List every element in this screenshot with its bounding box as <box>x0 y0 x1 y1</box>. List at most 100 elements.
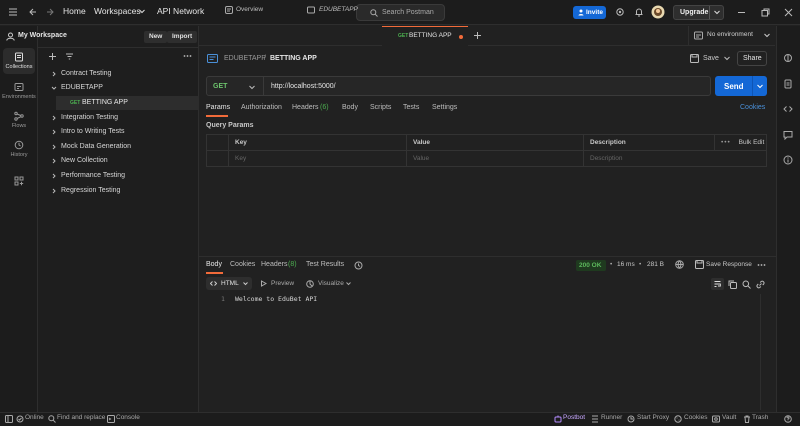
sidebar-toggle-icon[interactable] <box>5 415 13 423</box>
more-icon[interactable] <box>183 54 192 58</box>
rail-history[interactable]: History <box>0 140 38 158</box>
rail-collections[interactable]: Collections <box>3 48 35 74</box>
link-icon[interactable] <box>756 280 765 289</box>
tree-item-integration-testing[interactable]: Integration Testing <box>51 111 198 125</box>
response-body[interactable]: Welcome to EduBet API <box>235 295 317 303</box>
scrollbar[interactable] <box>760 294 764 410</box>
postbot-button[interactable]: Postbot <box>563 414 585 421</box>
value-input[interactable]: Value <box>406 150 584 167</box>
comment-icon[interactable] <box>783 130 793 140</box>
rail-environments[interactable]: Environments <box>0 82 38 100</box>
back-arrow-icon[interactable] <box>28 7 38 17</box>
globe-icon[interactable] <box>675 260 684 269</box>
workspace-name[interactable]: My Workspace <box>18 32 67 39</box>
wrap-lines-button[interactable] <box>711 278 724 290</box>
filter-icon[interactable] <box>65 52 74 61</box>
response-size[interactable]: 281 B <box>647 261 664 268</box>
menu-icon[interactable] <box>8 7 18 17</box>
save-response-button[interactable]: Save Response <box>706 261 752 268</box>
tree-item-betting-app[interactable]: GET BETTING APP <box>56 96 199 110</box>
vault-button[interactable]: Vault <box>722 414 736 421</box>
minimize-icon[interactable] <box>737 8 746 17</box>
method-select[interactable]: GET <box>206 76 264 96</box>
request-name[interactable]: BETTING APP <box>270 55 317 62</box>
chevron-down-icon[interactable] <box>714 10 720 15</box>
cookies-button[interactable]: Cookies <box>684 414 707 421</box>
forward-arrow-icon[interactable] <box>45 7 55 17</box>
preview-button[interactable]: Preview <box>271 280 294 287</box>
share-button[interactable]: Share <box>737 51 767 66</box>
response-tab-headers[interactable]: Headers <box>261 261 287 268</box>
import-button[interactable]: Import <box>167 31 198 43</box>
chevron-down-icon[interactable] <box>346 282 351 286</box>
start-proxy-button[interactable]: Start Proxy <box>637 414 669 421</box>
response-time[interactable]: 16 ms <box>617 261 635 268</box>
tab-authorization[interactable]: Authorization <box>241 104 282 111</box>
add-icon[interactable] <box>48 52 57 61</box>
search-input[interactable]: Search Postman <box>356 4 445 21</box>
document-icon[interactable] <box>783 79 793 89</box>
tree-item-regression-testing[interactable]: Regression Testing <box>51 184 198 198</box>
tab-scripts[interactable]: Scripts <box>370 104 391 111</box>
response-tab-cookies[interactable]: Cookies <box>230 261 255 268</box>
tree-item-contract-testing[interactable]: Contract Testing <box>51 67 198 81</box>
chevron-down-icon[interactable] <box>764 33 770 38</box>
chevron-down-icon[interactable] <box>757 84 763 89</box>
environment-select[interactable]: No environment <box>707 31 753 38</box>
url-input[interactable]: http://localhost:5000/ <box>264 76 711 96</box>
help-icon[interactable] <box>784 415 792 423</box>
more-icon[interactable] <box>757 263 766 267</box>
close-icon[interactable] <box>784 8 793 17</box>
find-replace-button[interactable]: Find and replace <box>57 414 105 421</box>
nav-home[interactable]: Home <box>63 6 86 16</box>
description-input[interactable]: Description <box>583 150 767 167</box>
avatar[interactable] <box>651 5 665 19</box>
tree-item-intro-writing-tests[interactable]: Intro to Writing Tests <box>51 125 198 139</box>
breadcrumb-parent[interactable]: EDUBETAPP <box>224 55 266 62</box>
tab-betting-app[interactable]: GET BETTING APP <box>382 26 468 46</box>
add-tab-icon[interactable] <box>473 31 482 40</box>
new-button[interactable]: New <box>144 31 168 43</box>
chevron-down-icon[interactable] <box>724 56 730 61</box>
bell-icon[interactable] <box>634 7 644 17</box>
nav-api-network[interactable]: API Network <box>157 6 204 16</box>
rail-flows[interactable]: Flows <box>0 111 38 129</box>
format-select[interactable]: HTML <box>206 277 252 290</box>
upgrade-button[interactable]: Upgrade <box>673 5 724 20</box>
response-tab-test-results[interactable]: Test Results <box>306 261 344 268</box>
tree-item-new-collection[interactable]: New Collection <box>51 154 198 168</box>
tab-tests[interactable]: Tests <box>403 104 419 111</box>
code-icon[interactable] <box>783 104 793 114</box>
search-icon[interactable] <box>742 280 751 289</box>
send-button[interactable]: Send <box>715 76 767 96</box>
cookies-link[interactable]: Cookies <box>740 104 765 111</box>
api-icon[interactable] <box>783 53 793 63</box>
invite-button[interactable]: Invite <box>573 6 606 19</box>
online-status[interactable]: Online <box>25 414 44 421</box>
restore-icon[interactable] <box>761 8 770 17</box>
key-input[interactable]: Key <box>228 150 407 167</box>
save-icon[interactable] <box>690 54 699 63</box>
history-icon[interactable] <box>354 261 363 270</box>
bulk-edit-cell[interactable]: ••• Bulk Edit <box>714 134 767 151</box>
runner-button[interactable]: Runner <box>601 414 622 421</box>
save-button[interactable]: Save <box>703 55 719 62</box>
tab-headers[interactable]: Headers <box>292 104 318 111</box>
copy-icon[interactable] <box>728 280 737 289</box>
tree-item-edubetapp[interactable]: EDUBETAPP <box>51 81 198 95</box>
more-icon[interactable]: ••• <box>721 139 731 146</box>
console-button[interactable]: Console <box>116 414 140 421</box>
response-tab-body[interactable]: Body <box>206 261 222 268</box>
tree-item-mock-data-generation[interactable]: Mock Data Generation <box>51 140 198 154</box>
trash-button[interactable]: Trash <box>752 414 768 421</box>
bulk-edit-button[interactable]: Bulk Edit <box>739 139 765 146</box>
tab-body[interactable]: Body <box>342 104 358 111</box>
info-icon[interactable] <box>783 155 793 165</box>
visualize-button[interactable]: Visualize <box>318 280 344 287</box>
gear-icon[interactable] <box>615 7 625 17</box>
save-icon[interactable] <box>695 260 704 269</box>
tab-params[interactable]: Params <box>206 104 230 111</box>
nav-workspaces[interactable]: Workspaces <box>94 6 141 16</box>
rail-configure[interactable] <box>0 176 38 188</box>
tab-settings[interactable]: Settings <box>432 104 457 111</box>
